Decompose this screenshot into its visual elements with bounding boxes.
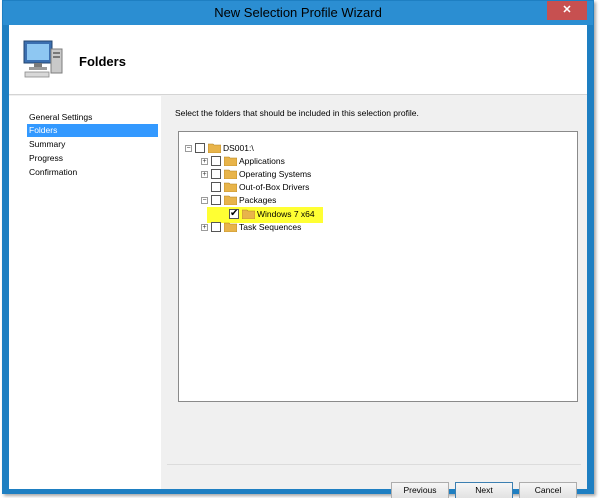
folder-tree[interactable]: − DS001:\ + Applications + Operating Sys… — [178, 131, 578, 402]
page-title: Folders — [79, 54, 126, 69]
close-button[interactable]: ✕ — [547, 1, 587, 20]
step-folders[interactable]: Folders — [27, 124, 158, 137]
step-summary[interactable]: Summary — [27, 138, 158, 151]
tree-checkbox[interactable] — [211, 169, 221, 179]
folder-icon — [242, 209, 255, 219]
wizard-steps: General Settings Folders Summary Progres… — [9, 96, 161, 489]
step-confirmation[interactable]: Confirmation — [27, 166, 158, 179]
wizard-content: Select the folders that should be includ… — [161, 96, 587, 498]
instruction-text: Select the folders that should be includ… — [175, 108, 419, 118]
tree-label: Task Sequences — [239, 222, 302, 232]
folder-icon — [224, 182, 237, 192]
cancel-button[interactable]: Cancel — [519, 482, 577, 498]
title-bar[interactable]: New Selection Profile Wizard ✕ — [3, 1, 593, 25]
wizard-window: New Selection Profile Wizard ✕ Folders G… — [2, 0, 594, 498]
collapse-icon[interactable]: − — [185, 145, 192, 152]
computer-icon — [23, 40, 63, 78]
wizard-client: Folders General Settings Folders Summary… — [9, 25, 587, 498]
tree-checkbox[interactable] — [211, 156, 221, 166]
folder-icon — [224, 169, 237, 179]
folder-icon — [224, 195, 237, 205]
step-progress[interactable]: Progress — [27, 152, 158, 165]
wizard-header: Folders — [9, 25, 587, 95]
tree-label: DS001:\ — [223, 143, 254, 153]
folder-icon — [224, 156, 237, 166]
tree-label: Windows 7 x64 — [257, 209, 315, 219]
tree-checkbox[interactable] — [211, 182, 221, 192]
next-button[interactable]: Next — [455, 482, 513, 498]
tree-label: Operating Systems — [239, 169, 312, 179]
collapse-icon[interactable]: − — [201, 197, 208, 204]
expand-icon[interactable]: + — [201, 158, 208, 165]
expand-icon[interactable]: + — [201, 171, 208, 178]
tree-label: Out-of-Box Drivers — [239, 182, 310, 192]
folder-icon — [208, 143, 221, 153]
previous-button[interactable]: Previous — [391, 482, 449, 498]
tree-checkbox[interactable] — [195, 143, 205, 153]
close-icon: ✕ — [562, 4, 572, 16]
window-title: New Selection Profile Wizard — [214, 5, 382, 20]
separator — [167, 464, 581, 465]
expand-icon[interactable]: + — [201, 224, 208, 231]
tree-label: Packages — [239, 195, 277, 205]
tree-checkbox-checked[interactable]: ✔ — [229, 209, 239, 219]
tree-label: Applications — [239, 156, 285, 166]
folder-icon — [224, 222, 237, 232]
step-general-settings[interactable]: General Settings — [27, 111, 158, 124]
tree-checkbox[interactable] — [211, 222, 221, 232]
tree-checkbox[interactable] — [211, 195, 221, 205]
